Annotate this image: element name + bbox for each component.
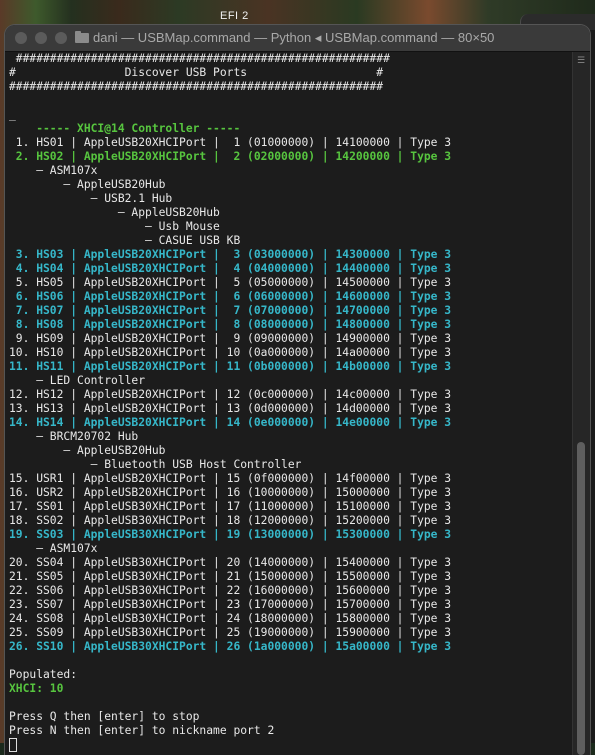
terminal-line: 1. HS01 | AppleUSB20XHCIPort | 1 (010000… — [9, 136, 452, 149]
terminal-line: 15. USR1 | AppleUSB20XHCIPort | 15 (0f00… — [9, 472, 452, 485]
terminal-line: – AppleUSB20Hub — [9, 206, 220, 219]
terminal-line: 20. SS04 | AppleUSB30XHCIPort | 20 (1400… — [9, 556, 452, 569]
terminal-line: 8. HS08 | AppleUSB20XHCIPort | 8 (080000… — [9, 318, 452, 331]
terminal-line: – USB2.1 Hub — [9, 192, 173, 205]
scrollbar-thumb[interactable] — [577, 442, 585, 755]
zoom-button[interactable] — [55, 32, 67, 44]
terminal-line: _ — [9, 108, 16, 121]
terminal-line: ########################################… — [9, 52, 390, 65]
terminal-line: 10. HS10 | AppleUSB20XHCIPort | 10 (0a00… — [9, 346, 452, 359]
terminal-line: Populated: — [9, 668, 78, 681]
terminal-line: – LED Controller — [9, 374, 146, 387]
terminal-line: 4. HS04 | AppleUSB20XHCIPort | 4 (040000… — [9, 262, 452, 275]
terminal-line: 19. SS03 | AppleUSB30XHCIPort | 19 (1300… — [9, 528, 452, 541]
terminal-line: 18. SS02 | AppleUSB30XHCIPort | 18 (1200… — [9, 514, 452, 527]
minimize-button[interactable] — [35, 32, 47, 44]
terminal-line: – ASM107x — [9, 542, 98, 555]
terminal-line: 22. SS06 | AppleUSB30XHCIPort | 22 (1600… — [9, 584, 452, 597]
terminal-prompt-line[interactable] — [9, 738, 577, 752]
terminal-line: 26. SS10 | AppleUSB30XHCIPort | 26 (1a00… — [9, 640, 452, 653]
terminal-line: 14. HS14 | AppleUSB20XHCIPort | 14 (0e00… — [9, 416, 452, 429]
terminal-line: 24. SS08 | AppleUSB30XHCIPort | 24 (1800… — [9, 612, 452, 625]
text-cursor — [9, 738, 17, 752]
terminal-line: – AppleUSB20Hub — [9, 178, 166, 191]
desktop-window-title: EFI 2 — [220, 10, 249, 22]
terminal-line: 25. SS09 | AppleUSB30XHCIPort | 25 (1900… — [9, 626, 452, 639]
close-button[interactable] — [15, 32, 27, 44]
terminal-line: # Discover USB Ports # — [9, 66, 384, 79]
folder-icon — [75, 31, 89, 43]
scroll-menu-icon[interactable]: ☰ — [576, 56, 586, 66]
terminal-line: 21. SS05 | AppleUSB30XHCIPort | 21 (1500… — [9, 570, 452, 583]
terminal-line: 13. HS13 | AppleUSB20XHCIPort | 13 (0d00… — [9, 402, 452, 415]
terminal-line: 9. HS09 | AppleUSB20XHCIPort | 9 (090000… — [9, 332, 452, 345]
terminal-line: 16. USR2 | AppleUSB20XHCIPort | 16 (1000… — [9, 486, 452, 499]
terminal-line: XHCI: 10 — [9, 682, 64, 695]
terminal-line: – Usb Mouse — [9, 220, 220, 233]
terminal-line: 3. HS03 | AppleUSB20XHCIPort | 3 (030000… — [9, 248, 452, 261]
terminal-line: Press N then [enter] to nickname port 2 — [9, 724, 275, 737]
terminal-line: Press Q then [enter] to stop — [9, 710, 200, 723]
terminal-line: 7. HS07 | AppleUSB20XHCIPort | 7 (070000… — [9, 304, 452, 317]
terminal-line: – BRCM20702 Hub — [9, 430, 139, 443]
terminal-line: 6. HS06 | AppleUSB20XHCIPort | 6 (060000… — [9, 290, 452, 303]
terminal-line: ----- XHCI@14 Controller ----- — [9, 122, 241, 135]
terminal-line: 23. SS07 | AppleUSB30XHCIPort | 23 (1700… — [9, 598, 452, 611]
terminal-line: ########################################… — [9, 80, 384, 93]
terminal-line: – ASM107x — [9, 164, 98, 177]
terminal-line: 17. SS01 | AppleUSB30XHCIPort | 17 (1100… — [9, 500, 452, 513]
terminal-output[interactable]: ########################################… — [5, 52, 577, 755]
terminal-line: 11. HS11 | AppleUSB20XHCIPort | 11 (0b00… — [9, 360, 452, 373]
terminal-line: – AppleUSB20Hub — [9, 444, 166, 457]
window-titlebar[interactable]: dani — USBMap.command — Python ◂ USBMap.… — [5, 25, 590, 52]
terminal-line: 2. HS02 | AppleUSB20XHCIPort | 2 (020000… — [9, 150, 452, 163]
terminal-line: – Bluetooth USB Host Controller — [9, 458, 302, 471]
terminal-window[interactable]: dani — USBMap.command — Python ◂ USBMap.… — [5, 25, 590, 755]
terminal-line: 12. HS12 | AppleUSB20XHCIPort | 12 (0c00… — [9, 388, 452, 401]
terminal-line: 5. HS05 | AppleUSB20XHCIPort | 5 (050000… — [9, 276, 452, 289]
window-title: dani — USBMap.command — Python ◂ USBMap.… — [93, 30, 495, 45]
background-window-edge — [590, 30, 595, 743]
terminal-line: – CASUE USB KB — [9, 234, 241, 247]
vertical-scrollbar[interactable]: ☰ — [572, 52, 590, 755]
